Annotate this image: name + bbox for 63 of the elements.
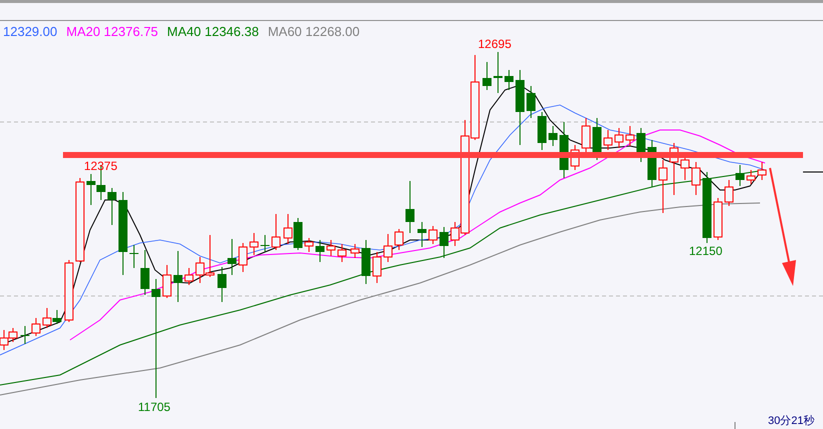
candlestick [8, 328, 18, 342]
candlestick [260, 234, 270, 252]
axis-tick [734, 422, 736, 429]
candlestick [32, 318, 40, 336]
candlestick [582, 118, 590, 152]
price-label: 12695 [478, 38, 512, 51]
legend-value: MA60 12268.00 [268, 24, 360, 39]
candlestick [418, 222, 426, 248]
candlestick [64, 260, 74, 322]
price-label: 12375 [84, 160, 118, 173]
candlestick [272, 214, 280, 250]
candlestick [526, 86, 536, 118]
candlestick [758, 162, 766, 180]
candlestick [140, 250, 150, 296]
candlestick [724, 180, 734, 206]
candlestick [326, 240, 336, 256]
candlestick [284, 214, 292, 244]
candlestick [108, 188, 116, 226]
candlestick [86, 174, 96, 206]
candlestick [482, 62, 492, 90]
candlestick [406, 180, 414, 234]
candlestick [494, 52, 502, 94]
candlestick [304, 238, 314, 252]
candlestick [702, 172, 712, 244]
candlestick [714, 198, 722, 240]
candlestick [614, 128, 624, 148]
candlestick [174, 250, 182, 302]
candlestick [592, 118, 602, 160]
legend-value: MA40 12346.38 [167, 24, 259, 39]
candlestick [538, 112, 546, 150]
candlestick [294, 218, 302, 250]
candlestick [250, 232, 258, 256]
candlestick [372, 252, 382, 284]
candlestick [548, 126, 558, 146]
candlestick [440, 226, 448, 258]
candlestick [238, 242, 248, 272]
candlestick [658, 160, 668, 214]
candlestick [316, 240, 324, 262]
candlestick [350, 244, 360, 258]
candlestick [228, 238, 236, 276]
candlestick [384, 234, 392, 262]
candlestick [218, 266, 226, 302]
legend-value: 12329.00 [3, 24, 58, 39]
candlestick [130, 244, 138, 268]
candlestick [162, 264, 172, 298]
candlestick [692, 162, 700, 196]
candlestick [504, 70, 514, 90]
countdown-text: 30分21秒 [768, 415, 814, 428]
candlestick [604, 130, 612, 150]
candlestick [184, 268, 194, 286]
candlestick [20, 326, 30, 344]
candlestick [52, 310, 62, 324]
candlestick [338, 244, 346, 262]
candlestick [626, 126, 634, 146]
candlestick [42, 308, 52, 328]
candlestick [362, 240, 370, 284]
candlestick [394, 228, 404, 250]
legend-value: MA20 12376.75 [66, 24, 158, 39]
price-label: 11705 [138, 401, 170, 414]
candlestick [428, 226, 438, 244]
candlestick [746, 170, 756, 184]
price-label: 12150 [689, 245, 722, 258]
candlestick [736, 164, 744, 186]
